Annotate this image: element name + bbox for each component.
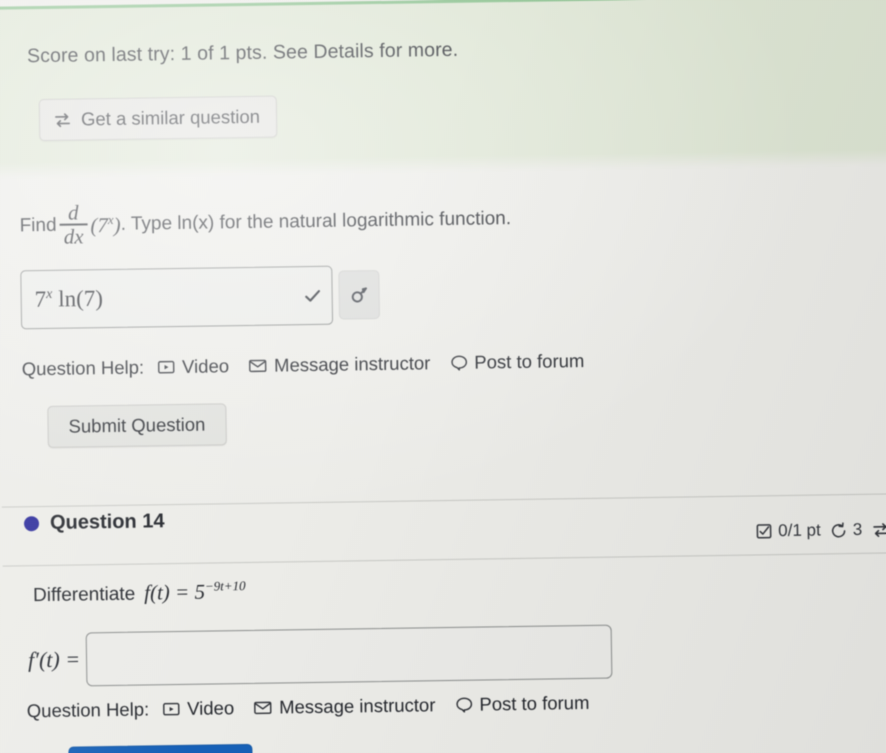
homework-page: Score on last try: 1 of 1 pts. See Detai… <box>0 0 886 753</box>
question-14-prompt: Differentiate f(t) = 5−9t+10 <box>33 578 246 607</box>
attempts-value: 3 <box>852 519 863 540</box>
sigma-icon <box>348 284 370 306</box>
points-group: 0/1 pt <box>756 520 821 541</box>
question-help-label-q14: Question Help: <box>26 698 150 722</box>
points-value: 0/1 pt <box>778 520 821 541</box>
get-similar-question-label: Get a similar question <box>80 105 261 130</box>
question-14-meta: 0/1 pt 3 <box>756 519 886 541</box>
question-14-help-row: Question Help: Video Message instructor … <box>27 692 610 723</box>
question-14-header: Question 14 <box>23 510 165 535</box>
score-banner: Score on last try: 1 of 1 pts. See Detai… <box>0 0 886 179</box>
question-14-divider-bottom <box>2 552 886 567</box>
video-icon <box>158 360 175 374</box>
screen-surface: Score on last try: 1 of 1 pts. See Detai… <box>0 0 886 753</box>
derivative-denominator: dx <box>63 224 84 249</box>
get-similar-question-button[interactable]: Get a similar question <box>38 95 278 142</box>
question-14-answer-row: f′(t) = <box>27 624 613 688</box>
question-status-bullet <box>23 516 40 532</box>
swap-arrows-icon <box>53 111 72 128</box>
question-14-title: Question 14 <box>49 510 165 534</box>
message-instructor-label-q14: Message instructor <box>278 694 436 718</box>
video-help-link[interactable]: Video <box>158 355 229 378</box>
question-13-prompt: Find d dx (7x) . Type ln(x) for the natu… <box>19 195 511 249</box>
submit-question-label-q13: Submit Question <box>68 413 206 437</box>
question-13-help-row: Question Help: Video Message instructor … <box>22 350 605 381</box>
screenshot-photo: Score on last try: 1 of 1 pts. See Detai… <box>0 0 886 753</box>
get-similar-question-icon-q14[interactable] <box>871 521 886 538</box>
video-help-link-q14[interactable]: Video <box>163 697 234 720</box>
prompt-lead: Find <box>19 214 57 236</box>
message-instructor-link-q14[interactable]: Message instructor <box>254 694 436 719</box>
video-help-label-q14: Video <box>187 697 235 719</box>
derivative-numerator: d <box>67 200 79 225</box>
question-help-label: Question Help: <box>21 356 145 380</box>
checkmark-icon <box>304 286 322 304</box>
envelope-icon <box>249 359 267 373</box>
answer-input-q14[interactable] <box>85 624 613 687</box>
answer-lhs-q14: f′(t) = <box>27 646 81 673</box>
question-14-function: f(t) = 5−9t+10 <box>143 578 246 605</box>
undo-circle-icon <box>830 521 847 539</box>
score-text: Score on last try: 1 of 1 pts. See Detai… <box>26 38 459 68</box>
question-13-answer-row: 7x ln(7) <box>20 265 381 330</box>
answer-value-q13: 7x ln(7) <box>34 285 104 312</box>
video-help-label: Video <box>181 355 230 377</box>
question-14-prompt-lead: Differentiate <box>32 583 136 607</box>
attempts-group: 3 <box>830 520 863 540</box>
post-to-forum-label: Post to forum <box>474 349 585 373</box>
post-to-forum-label-q14: Post to forum <box>479 691 590 715</box>
speech-bubble-icon <box>450 355 467 371</box>
derivative-operator: d dx <box>59 200 88 249</box>
question-14-divider-top <box>1 493 886 508</box>
message-instructor-link[interactable]: Message instructor <box>249 352 431 377</box>
math-palette-button[interactable] <box>338 270 381 320</box>
answer-input-q13[interactable]: 7x ln(7) <box>20 265 334 330</box>
post-to-forum-link[interactable]: Post to forum <box>450 350 584 374</box>
post-to-forum-link-q14[interactable]: Post to forum <box>455 691 590 716</box>
submit-question-button-q13[interactable]: Submit Question <box>47 403 227 448</box>
video-icon <box>163 702 180 716</box>
prompt-tail: . Type ln(x) for the natural logarithmic… <box>120 207 512 235</box>
envelope-icon <box>254 701 272 715</box>
derivative-operand: (7x) <box>90 211 121 237</box>
message-instructor-label: Message instructor <box>273 352 431 376</box>
checkbox-checked-icon <box>756 523 772 539</box>
submit-question-button-q14[interactable]: Submit Question <box>68 743 253 753</box>
speech-bubble-icon <box>455 697 472 713</box>
